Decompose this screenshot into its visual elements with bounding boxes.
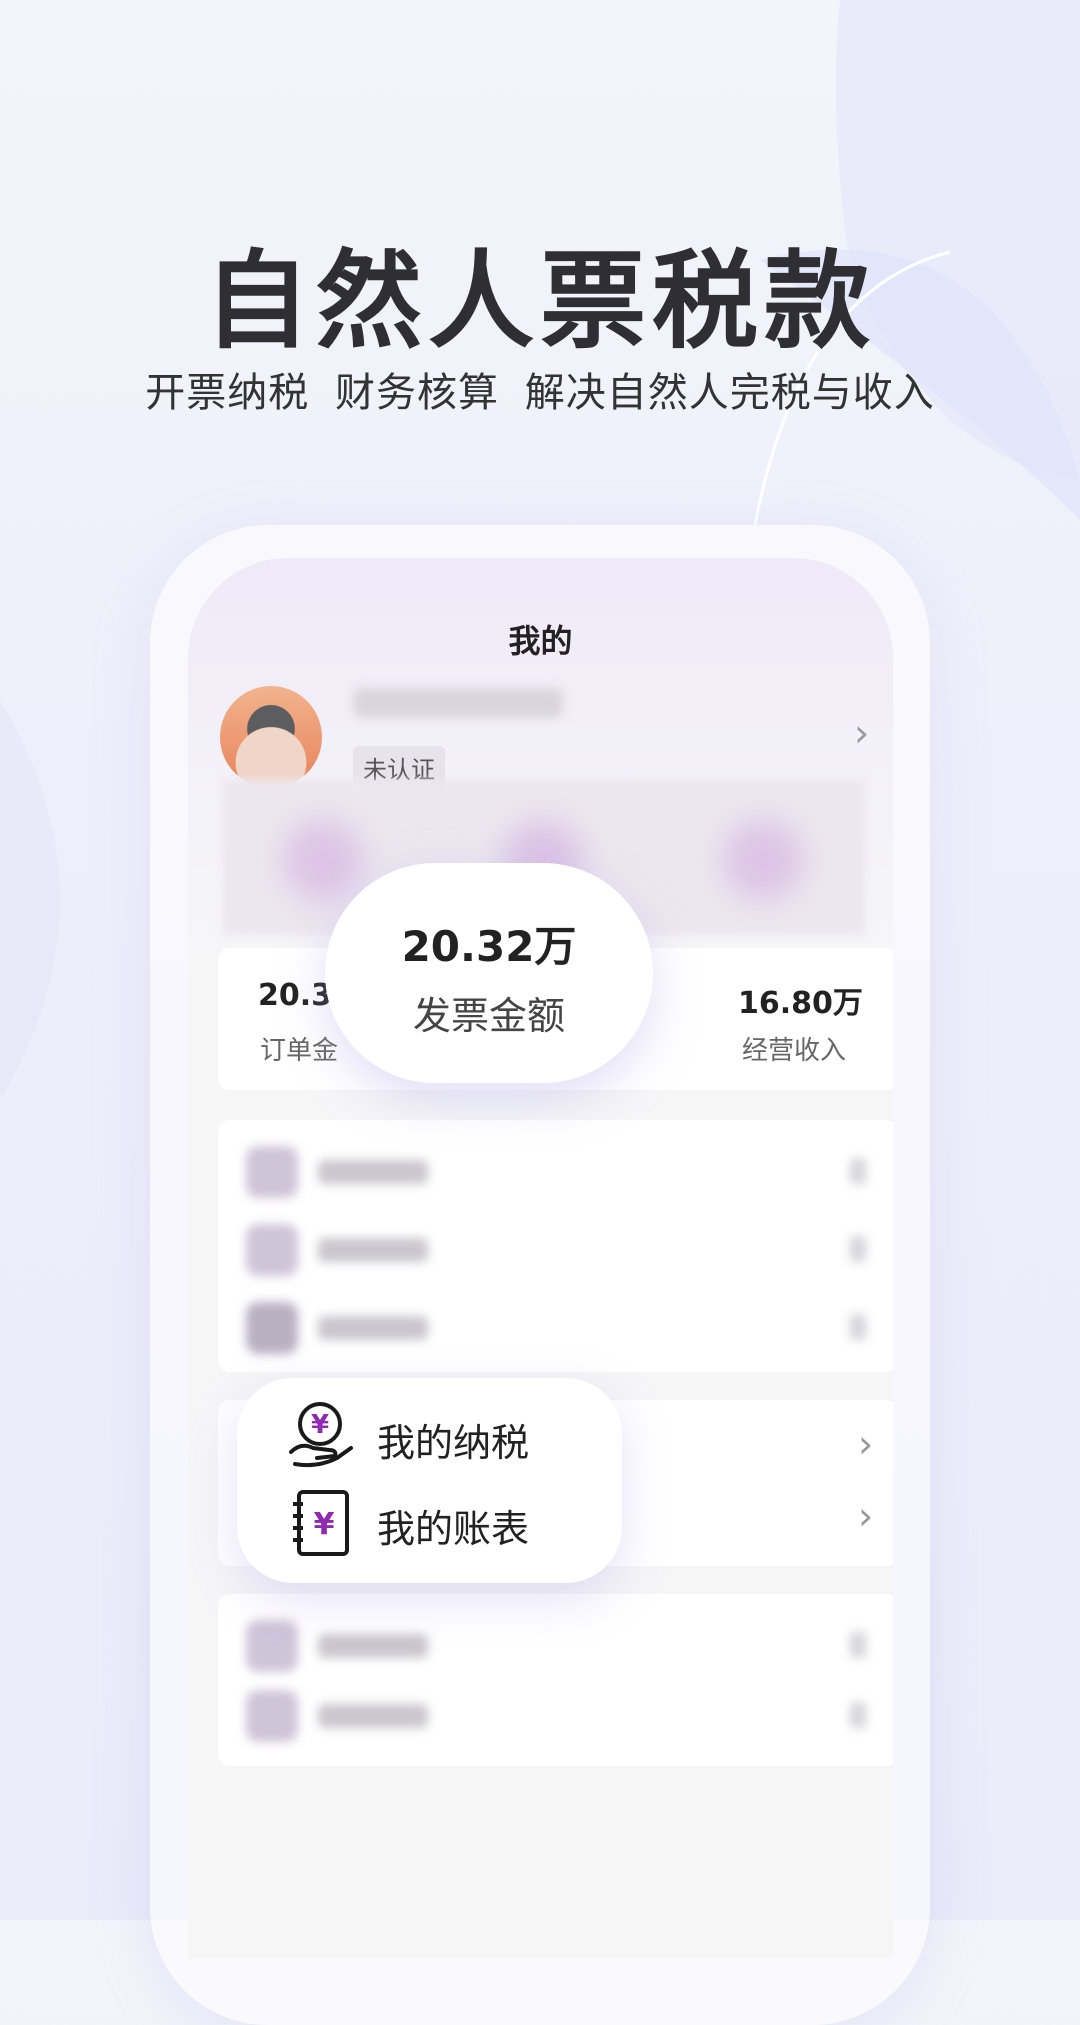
- menu-row[interactable]: [246, 1220, 866, 1280]
- menu-card-3: [218, 1594, 893, 1766]
- menu-card-1: [218, 1120, 893, 1372]
- user-name: [353, 688, 563, 718]
- svg-text:¥: ¥: [314, 1507, 335, 1542]
- tax-hand-icon: ¥: [287, 1400, 357, 1470]
- hero-title: 自然人票税款: [204, 240, 876, 363]
- profile-chevron-right-icon[interactable]: ›: [854, 711, 869, 755]
- menu-row[interactable]: [246, 1616, 866, 1676]
- my-ledger-label[interactable]: 我的账表: [377, 1498, 529, 1553]
- business-income-label: 经营收入: [742, 1036, 847, 1066]
- menu-row[interactable]: [246, 1298, 866, 1358]
- menu-row[interactable]: [246, 1686, 866, 1746]
- tax-row-chevron-right-icon[interactable]: ›: [858, 1422, 873, 1466]
- order-amount-value: 20.3: [258, 978, 333, 1013]
- phone-screen: 我的 未认证 › 20.3 订单金 16.80万 经营收入 › ›: [188, 558, 893, 1958]
- highlight-menu: ¥ 我的纳税 ¥ 我的账表: [237, 1378, 622, 1583]
- my-tax-label[interactable]: 我的纳税: [377, 1412, 529, 1467]
- invoice-amount-bubble: 20.32万 发票金额: [325, 863, 653, 1083]
- hero-subtitle: 开票纳税 财务核算 解决自然人完税与收入: [145, 370, 935, 416]
- invoice-amount-label: 发票金额: [412, 994, 565, 1038]
- avatar[interactable]: [220, 686, 322, 788]
- screen-title: 我的: [508, 622, 573, 660]
- ledger-row-chevron-right-icon[interactable]: ›: [858, 1494, 873, 1538]
- invoice-amount-value: 20.32万: [401, 922, 577, 971]
- business-income-value: 16.80万: [738, 986, 863, 1021]
- svg-text:¥: ¥: [311, 1410, 329, 1440]
- ledger-book-icon: ¥: [287, 1488, 357, 1558]
- menu-row[interactable]: [246, 1142, 866, 1202]
